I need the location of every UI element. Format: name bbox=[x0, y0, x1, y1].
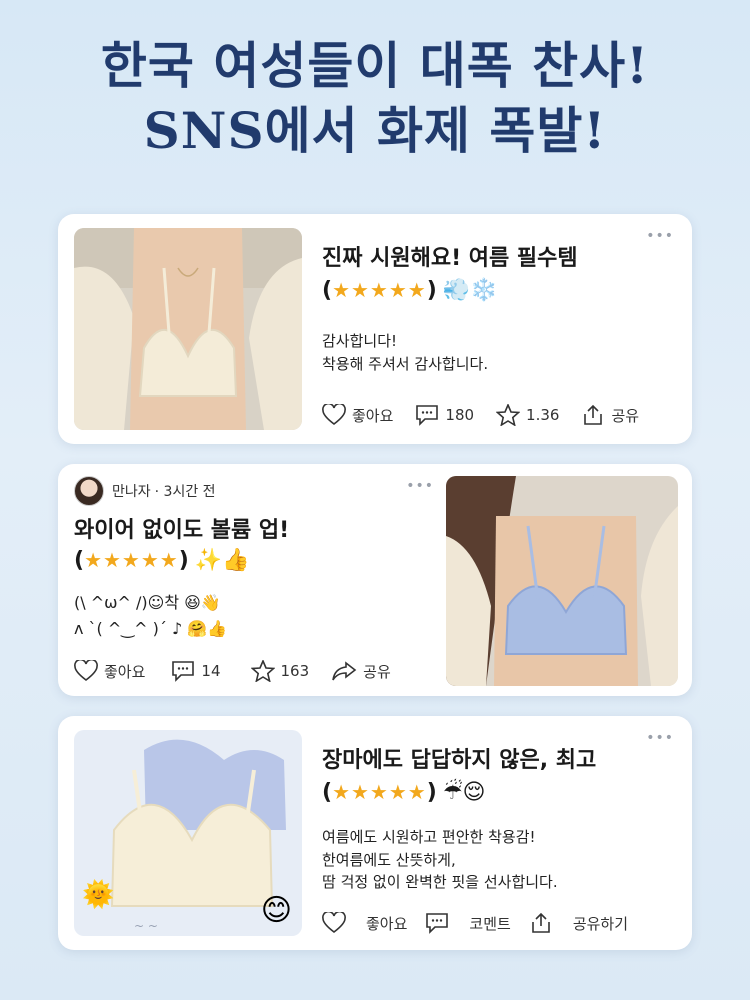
like-button[interactable]: 좋아요 bbox=[322, 404, 393, 426]
share-label: 공유하기 bbox=[572, 914, 629, 933]
action-bar: 좋아요 180 1.36 공유 bbox=[322, 404, 661, 426]
rating-open-paren: ( bbox=[322, 780, 333, 805]
rating-close-paren: ) bbox=[426, 278, 437, 303]
author-name: 만나자 bbox=[112, 484, 151, 500]
smile-sticker-icon: 😊 bbox=[260, 893, 292, 928]
star-icon bbox=[250, 660, 275, 682]
product-photo-bra-set[interactable]: ~ ~ 🌞 😊 bbox=[74, 730, 302, 936]
more-options-icon[interactable]: ••• bbox=[646, 228, 674, 244]
rating-open-paren: ( bbox=[74, 548, 85, 573]
review-body: 여름에도 시원하고 편안한 착용감! 한여름에도 산뜻하게, 땀 걱정 없이 완… bbox=[322, 826, 558, 894]
rating-emoji: ☔😌 bbox=[442, 780, 486, 805]
author-info: 만나자 · 3시간 전 bbox=[74, 476, 216, 506]
star-rating: (★★★★★) ✨👍 bbox=[74, 548, 250, 573]
review-card-3: ••• ~ ~ 🌞 😊 장마에도 답답하지 않은, 최고 (★★★★★) ☔😌 여… bbox=[58, 716, 692, 950]
like-label: 좋아요 bbox=[104, 662, 146, 681]
comment-icon bbox=[416, 405, 439, 426]
comment-button[interactable]: 180 bbox=[415, 404, 474, 426]
review-title: 장마에도 답답하지 않은, 최고 bbox=[322, 748, 597, 773]
like-button[interactable]: 좋아요 bbox=[322, 912, 407, 934]
heart-icon bbox=[322, 912, 346, 934]
rating-emoji: ✨👍 bbox=[194, 548, 250, 573]
heart-icon bbox=[322, 404, 346, 426]
star-rating: (★★★★★) ☔😌 bbox=[322, 780, 485, 805]
more-options-icon[interactable]: ••• bbox=[646, 730, 674, 746]
post-time: · 3시간 전 bbox=[154, 484, 216, 500]
rating-close-paren: ) bbox=[178, 548, 189, 573]
comment-button[interactable]: 코멘트 bbox=[425, 912, 511, 934]
star-count: 163 bbox=[280, 662, 310, 680]
comment-count: 180 bbox=[445, 406, 475, 424]
headline-line-2: SNS에서 화제 폭발! bbox=[143, 101, 607, 160]
product-photo-ivory-bra[interactable] bbox=[74, 228, 302, 430]
product-photo-blue-bra[interactable] bbox=[446, 476, 678, 686]
review-body: (\ ^ω^ /)☺착 😆👋 ʌ `( ^‿^ )´ ♪ 🤗👍 bbox=[74, 590, 227, 643]
review-body-line: 감사합니다! bbox=[322, 332, 398, 350]
review-body-line: 땀 걱정 없이 완벽한 핏을 선사합니다. bbox=[322, 873, 558, 891]
review-body-line: 한여름에도 산뜻하게, bbox=[322, 850, 456, 869]
sun-icon: 🌞 bbox=[82, 880, 115, 910]
headline-line-1: 한국 여성들이 대폭 찬사! bbox=[100, 36, 650, 95]
like-button[interactable]: 좋아요 bbox=[74, 660, 145, 682]
comment-icon bbox=[426, 913, 449, 934]
share-icon bbox=[532, 912, 550, 933]
share-button[interactable]: 공유 bbox=[331, 660, 391, 682]
share-icon bbox=[584, 404, 603, 425]
like-label: 좋아요 bbox=[366, 914, 408, 933]
star-icon bbox=[496, 404, 521, 426]
action-bar: 좋아요 14 163 공유 bbox=[74, 660, 413, 682]
share-label: 공유 bbox=[363, 662, 391, 681]
rating-emoji: 💨❄️ bbox=[442, 278, 498, 303]
rating-stars: ★★★★★ bbox=[84, 548, 179, 572]
review-body: 감사합니다! 착용해 주셔서 감사합니다. bbox=[322, 330, 488, 375]
share-button[interactable]: 공유 bbox=[581, 404, 639, 426]
star-count: 1.36 bbox=[526, 406, 560, 424]
comment-icon bbox=[172, 661, 195, 682]
share-arrow-icon bbox=[332, 661, 357, 681]
avatar[interactable] bbox=[74, 476, 104, 506]
share-button[interactable]: 공유하기 bbox=[529, 912, 628, 934]
share-label: 공유 bbox=[611, 406, 640, 425]
review-title: 진짜 시원해요! 여름 필수템 bbox=[322, 246, 578, 271]
review-body-line: (\ ^ω^ /)☺착 😆👋 bbox=[74, 593, 221, 612]
review-body-line: 착용해 주셔서 감사합니다. bbox=[322, 354, 489, 373]
review-body-line: 여름에도 시원하고 편안한 착용감! bbox=[322, 828, 536, 846]
review-body-line: ʌ `( ^‿^ )´ ♪ 🤗👍 bbox=[74, 619, 228, 639]
star-rating: (★★★★★) 💨❄️ bbox=[322, 278, 498, 303]
comment-count: 14 bbox=[201, 662, 221, 680]
rating-close-paren: ) bbox=[426, 780, 437, 805]
comment-button[interactable]: 14 bbox=[171, 660, 221, 682]
rating-open-paren: ( bbox=[322, 278, 333, 303]
review-card-1: ••• 진짜 시원해요! 여름 필수템 (★★★★★) 💨❄️ 감사합니다! 착용… bbox=[58, 214, 692, 444]
rating-stars: ★★★★★ bbox=[332, 278, 427, 302]
rating-stars: ★★★★★ bbox=[332, 780, 427, 804]
more-options-icon[interactable]: ••• bbox=[406, 478, 434, 494]
comment-label: 코멘트 bbox=[469, 914, 511, 933]
star-button[interactable]: 1.36 bbox=[496, 404, 559, 426]
review-title: 와이어 없이도 볼륨 업! bbox=[74, 518, 290, 543]
heart-icon bbox=[74, 660, 98, 682]
svg-text:~ ~: ~ ~ bbox=[134, 919, 158, 933]
action-bar: 좋아요 코멘트 공유하기 bbox=[322, 912, 628, 934]
headline: 한국 여성들이 대폭 찬사! SNS에서 화제 폭발! bbox=[0, 36, 750, 160]
review-card-2: 만나자 · 3시간 전 ••• 와이어 없이도 볼륨 업! (★★★★★) ✨👍 … bbox=[58, 464, 692, 696]
star-button[interactable]: 163 bbox=[250, 660, 310, 682]
like-label: 좋아요 bbox=[352, 406, 394, 425]
